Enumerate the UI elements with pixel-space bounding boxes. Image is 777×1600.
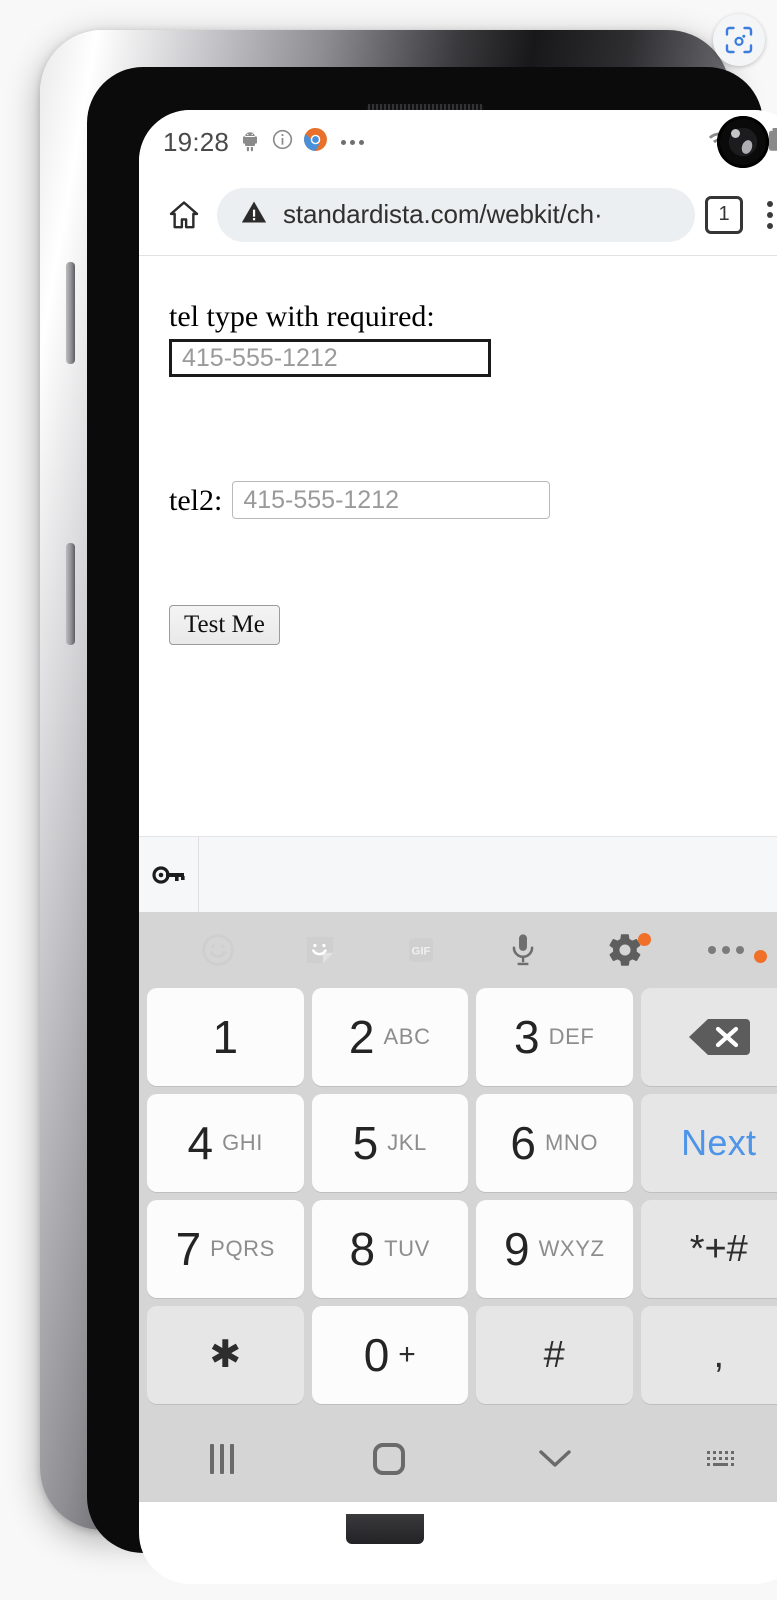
home-square-icon[interactable] — [306, 1443, 473, 1475]
key-symbols[interactable]: *+# — [640, 1200, 777, 1298]
gif-icon[interactable]: GIF — [370, 932, 472, 968]
phone-frame: 19:28 standardista.com/webkit/ch· 1 tel … — [40, 30, 777, 1584]
key-label: 3 — [514, 1011, 540, 1063]
status-clock: 19:28 — [163, 126, 230, 157]
input-tel1[interactable]: 415-555-1212 — [169, 339, 491, 377]
input-tel2[interactable]: 415-555-1212 — [232, 481, 551, 519]
keyboard-switch-icon[interactable] — [639, 1447, 777, 1471]
status-bar: 19:28 — [139, 110, 777, 174]
key-label: Next — [681, 1122, 757, 1163]
webview-content: tel type with required: 415-555-1212 tel… — [139, 256, 777, 836]
key-8[interactable]: 8 TUV — [311, 1200, 468, 1298]
tel2-row: tel2: 415-555-1212 — [169, 481, 777, 519]
key-5[interactable]: 5 JKL — [311, 1094, 468, 1192]
key-6[interactable]: 6 MNO — [476, 1094, 633, 1192]
navigation-bar — [139, 1416, 777, 1502]
volume-up-button[interactable] — [66, 262, 75, 364]
key-4[interactable]: 4 GHI — [147, 1094, 304, 1192]
url-bar[interactable]: standardista.com/webkit/ch· — [217, 187, 695, 242]
key-sublabel: + — [398, 1338, 416, 1371]
input-tel1-placeholder: 415-555-1212 — [182, 343, 338, 372]
keyboard: GIF 1 2 ABC 3 DEF 4 GHI 5 JKL 6 MNO Next… — [139, 912, 777, 1502]
label-tel2: tel2: — [169, 483, 223, 517]
key-label: # — [543, 1334, 565, 1376]
key-label: 1 — [212, 1011, 239, 1063]
keypad-row: 1 2 ABC 3 DEF — [143, 988, 777, 1086]
key-sublabel: TUV — [384, 1236, 430, 1261]
more-options-icon[interactable] — [675, 946, 777, 963]
key-3[interactable]: 3 DEF — [476, 988, 633, 1086]
status-overflow-dots-icon — [341, 139, 365, 145]
keypad: 1 2 ABC 3 DEF 4 GHI 5 JKL 6 MNO Next 7 P… — [139, 988, 777, 1416]
key-label: , — [713, 1334, 725, 1376]
key-label: 5 — [352, 1117, 379, 1169]
key-2[interactable]: 2 ABC — [311, 988, 468, 1086]
suggestion-bar — [139, 836, 777, 912]
key-0[interactable]: 0 + — [311, 1306, 468, 1404]
more-options-badge-dot — [754, 950, 768, 963]
keypad-row: ✱ 0 + # , — [143, 1306, 777, 1404]
tab-count-label: 1 — [718, 203, 730, 225]
info-circle-icon — [271, 128, 294, 156]
test-me-button[interactable]: Test Me — [169, 605, 280, 645]
key-sublabel: PQRS — [210, 1236, 275, 1261]
phone-bezel: 19:28 standardista.com/webkit/ch· 1 tel … — [87, 67, 777, 1584]
svg-text:GIF: GIF — [412, 946, 431, 958]
key-sublabel: ABC — [383, 1024, 431, 1049]
tab-switcher-button[interactable]: 1 — [705, 195, 743, 234]
key-sublabel: MNO — [544, 1130, 599, 1155]
key-label: 2 — [348, 1011, 375, 1063]
status-bar-left: 19:28 — [163, 126, 365, 158]
key-sublabel: GHI — [222, 1130, 263, 1155]
key-label: *+# — [689, 1228, 748, 1270]
key-label: 4 — [187, 1117, 214, 1169]
input-tel2-placeholder: 415-555-1212 — [243, 485, 400, 514]
key-next[interactable]: Next — [640, 1094, 777, 1192]
key-label: 6 — [510, 1117, 536, 1169]
chevron-down-icon[interactable] — [472, 1446, 639, 1472]
kebab-menu-icon[interactable] — [753, 195, 777, 235]
key-hash[interactable]: # — [476, 1306, 633, 1404]
emoji-icon[interactable] — [167, 932, 269, 968]
key-9[interactable]: 9 WXYZ — [476, 1200, 633, 1298]
sticker-icon[interactable] — [269, 932, 371, 968]
settings-badge-dot — [638, 933, 652, 946]
home-icon[interactable] — [161, 192, 207, 238]
chrome-icon — [303, 127, 328, 157]
screenshot-root: 19:28 standardista.com/webkit/ch· 1 tel … — [0, 0, 777, 1600]
label-tel1: tel type with required: — [169, 300, 435, 333]
key-asterisk[interactable]: ✱ — [147, 1306, 304, 1404]
phone-bottom-stub — [346, 1514, 424, 1544]
key-1[interactable]: 1 — [147, 988, 304, 1086]
volume-down-button[interactable] — [66, 543, 75, 645]
key-sublabel: DEF — [548, 1024, 595, 1049]
keypad-row: 7 PQRS 8 TUV 9 WXYZ *+# — [143, 1200, 777, 1298]
backspace-icon[interactable] — [640, 988, 777, 1086]
key-label: 9 — [503, 1223, 530, 1275]
scan-capture-icon[interactable] — [713, 14, 765, 66]
warning-triangle-icon — [239, 198, 269, 231]
key-label: 8 — [349, 1223, 376, 1275]
key-label: 0 — [363, 1329, 390, 1381]
microphone-icon[interactable] — [472, 931, 574, 969]
password-key-icon[interactable] — [139, 837, 199, 912]
keyboard-toolbar: GIF — [139, 912, 777, 988]
key-label: 7 — [175, 1223, 202, 1275]
recents-icon[interactable] — [139, 1444, 306, 1474]
android-robot-icon — [238, 128, 262, 157]
key-label: ✱ — [209, 1334, 242, 1376]
key-comma[interactable]: , — [640, 1306, 777, 1404]
url-text: standardista.com/webkit/ch· — [283, 199, 603, 229]
key-sublabel: WXYZ — [538, 1236, 605, 1261]
suggestion-area[interactable] — [199, 837, 777, 912]
keypad-row: 4 GHI 5 JKL 6 MNO Next — [143, 1094, 777, 1192]
key-sublabel: JKL — [387, 1130, 427, 1155]
front-camera-punch-hole — [717, 116, 769, 168]
settings-gear-icon[interactable] — [574, 931, 676, 969]
browser-toolbar: standardista.com/webkit/ch· 1 — [139, 174, 777, 256]
phone-screen: 19:28 standardista.com/webkit/ch· 1 tel … — [139, 110, 777, 1584]
key-7[interactable]: 7 PQRS — [147, 1200, 304, 1298]
